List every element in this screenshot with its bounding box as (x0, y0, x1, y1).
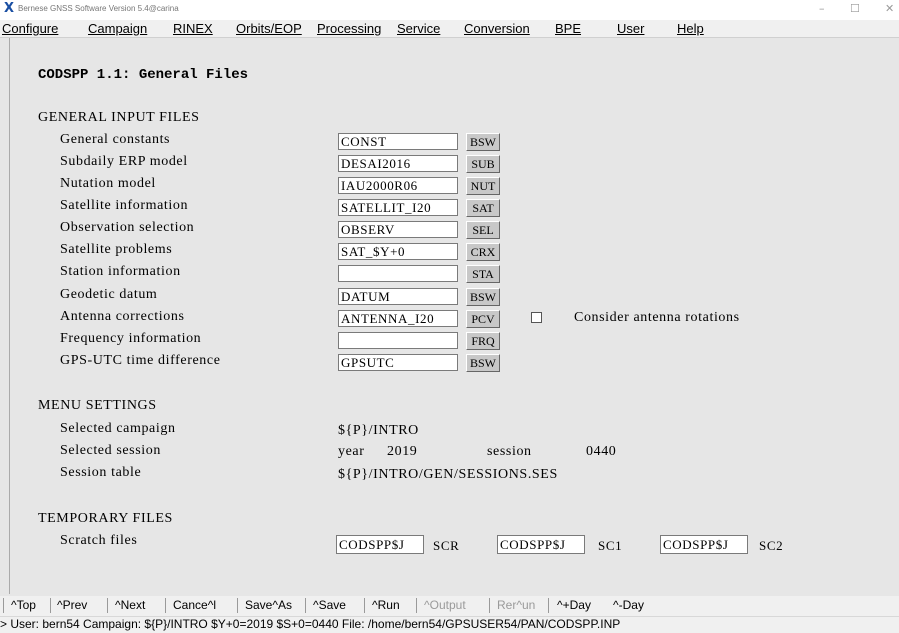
label-satellite-information: Satellite information (60, 198, 189, 213)
menu-rinex[interactable]: RINEX (173, 21, 213, 36)
scratch-sc2-input[interactable]: CODSPP$J (660, 535, 748, 554)
menu-configure[interactable]: Configure (2, 21, 58, 36)
output-button[interactable]: ^Output (424, 598, 466, 613)
section-general-input: GENERAL INPUT FILES (38, 110, 200, 125)
antenna-corrections-input[interactable]: ANTENNA_I20 (338, 310, 458, 327)
menu-orbits-eop[interactable]: Orbits/EOP (236, 21, 302, 36)
scratch-sc1-input[interactable]: CODSPP$J (497, 535, 585, 554)
menu-user[interactable]: User (617, 21, 644, 36)
geodetic-datum-ext-button[interactable]: BSW (466, 288, 500, 306)
satellite-information-ext-button[interactable]: SAT (466, 199, 500, 217)
label-satellite-problems: Satellite problems (60, 242, 173, 257)
satellite-problems-input[interactable]: SAT_$Y+0 (338, 243, 458, 260)
toolbar-separator (489, 598, 490, 613)
label-session-table: Session table (60, 465, 142, 480)
satellite-problems-ext-button[interactable]: CRX (466, 243, 500, 261)
observation-selection-input[interactable]: OBSERV (338, 221, 458, 238)
frequency-information-input[interactable] (338, 332, 458, 349)
minus-day-button[interactable]: ^-Day (613, 598, 644, 613)
plus-day-button[interactable]: ^+Day (557, 598, 591, 613)
session-table-value: ${P}/INTRO/GEN/SESSIONS.SES (338, 467, 558, 482)
section-menu-settings: MENU SETTINGS (38, 398, 157, 413)
toolbar-grip (3, 598, 4, 613)
general-constants-input[interactable]: CONST (338, 133, 458, 150)
toolbar-separator (165, 598, 166, 613)
scratch-sc1-ext: SC1 (598, 538, 623, 553)
geodetic-datum-input[interactable]: DATUM (338, 288, 458, 305)
toolbar-separator (548, 598, 549, 613)
label-observation-selection: Observation selection (60, 220, 195, 235)
scratch-scr-input[interactable]: CODSPP$J (336, 535, 424, 554)
satellite-information-input[interactable]: SATELLIT_I20 (338, 199, 458, 216)
toolbar-separator (50, 598, 51, 613)
label-frequency-information: Frequency information (60, 331, 202, 346)
menu-bpe[interactable]: BPE (555, 21, 581, 36)
gps-utc-input[interactable]: GPSUTC (338, 354, 458, 371)
label-geodetic-datum: Geodetic datum (60, 287, 158, 302)
session-word: session (487, 444, 532, 459)
x-app-icon: X (4, 1, 15, 16)
station-information-input[interactable] (338, 265, 458, 282)
scratch-scr-ext: SCR (433, 538, 460, 553)
label-general-constants: General constants (60, 132, 171, 147)
menu-conversion[interactable]: Conversion (464, 21, 530, 36)
window-title: Bernese GNSS Software Version 5.4@carina (18, 4, 179, 13)
close-button[interactable]: ✕ (885, 2, 894, 16)
bottom-toolbar: ^Top ^Prev ^Next Cance^l Save^As ^Save ^… (0, 596, 899, 616)
menu-help[interactable]: Help (677, 21, 704, 36)
save-button[interactable]: ^Save (313, 598, 346, 613)
toolbar-separator (416, 598, 417, 613)
label-antenna-corrections: Antenna corrections (60, 309, 185, 324)
menu-campaign[interactable]: Campaign (88, 21, 147, 36)
minimize-button[interactable]: – (819, 2, 825, 16)
toolbar-separator (305, 598, 306, 613)
nutation-model-input[interactable]: IAU2000R06 (338, 177, 458, 194)
subdaily-erp-ext-button[interactable]: SUB (466, 155, 500, 173)
top-button[interactable]: ^Top (11, 598, 36, 613)
antenna-corrections-ext-button[interactable]: PCV (466, 310, 500, 328)
title-bar: X Bernese GNSS Software Version 5.4@cari… (0, 0, 899, 20)
rerun-button[interactable]: Rer^un (497, 598, 535, 613)
toolbar-separator (364, 598, 365, 613)
general-constants-ext-button[interactable]: BSW (466, 133, 500, 151)
scratch-sc2-ext: SC2 (759, 538, 784, 553)
observation-selection-ext-button[interactable]: SEL (466, 221, 500, 239)
label-station-information: Station information (60, 264, 181, 279)
label-subdaily-erp: Subdaily ERP model (60, 154, 188, 169)
label-gps-utc: GPS-UTC time difference (60, 353, 221, 368)
year-label: year (338, 444, 365, 459)
frequency-information-ext-button[interactable]: FRQ (466, 332, 500, 350)
next-button[interactable]: ^Next (115, 598, 145, 613)
station-information-ext-button[interactable]: STA (466, 265, 500, 283)
label-selected-campaign: Selected campaign (60, 421, 176, 436)
gps-utc-ext-button[interactable]: BSW (466, 354, 500, 372)
label-nutation-model: Nutation model (60, 176, 156, 191)
antenna-rotations-checkbox[interactable] (531, 312, 542, 323)
nutation-model-ext-button[interactable]: NUT (466, 177, 500, 195)
status-bar: > User: bern54 Campaign: ${P}/INTRO $Y+0… (0, 616, 899, 633)
subdaily-erp-input[interactable]: DESAI2016 (338, 155, 458, 172)
maximize-button[interactable]: ☐ (850, 2, 860, 16)
prev-button[interactable]: ^Prev (57, 598, 87, 613)
label-selected-session: Selected session (60, 443, 161, 458)
menu-bar: Configure Campaign RINEX Orbits/EOP Proc… (0, 20, 899, 38)
section-temporary-files: TEMPORARY FILES (38, 511, 173, 526)
save-as-button[interactable]: Save^As (245, 598, 292, 613)
run-button[interactable]: ^Run (372, 598, 400, 613)
cancel-button[interactable]: Cance^l (173, 598, 216, 613)
toolbar-separator (107, 598, 108, 613)
label-scratch-files: Scratch files (60, 533, 138, 548)
menu-processing[interactable]: Processing (317, 21, 381, 36)
selected-campaign-value: ${P}/INTRO (338, 423, 419, 438)
session-value: 0440 (586, 444, 617, 459)
antenna-rotations-label: Consider antenna rotations (574, 310, 740, 325)
page-title: CODSPP 1.1: General Files (38, 67, 249, 83)
year-value: 2019 (387, 444, 418, 459)
menu-service[interactable]: Service (397, 21, 440, 36)
toolbar-separator (237, 598, 238, 613)
